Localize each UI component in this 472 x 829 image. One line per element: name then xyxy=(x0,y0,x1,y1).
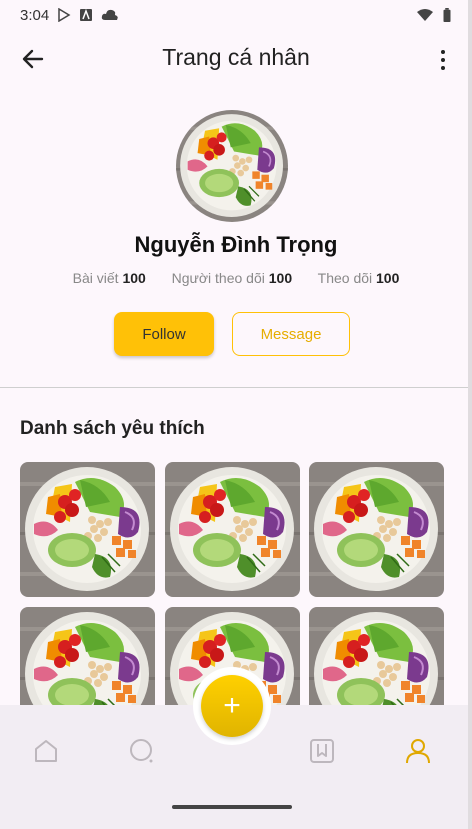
cloud-icon xyxy=(102,9,118,20)
message-button[interactable]: Message xyxy=(232,312,350,356)
bookmark-icon[interactable] xyxy=(306,735,338,767)
divider xyxy=(0,387,472,388)
status-bar: 3:04 xyxy=(0,0,472,30)
add-button[interactable]: + xyxy=(201,675,263,737)
app-bar: Trang cá nhân xyxy=(0,34,472,86)
profile-name: Nguyễn Đình Trọng xyxy=(134,232,338,257)
stat-value-followers: 100 xyxy=(268,270,293,286)
scrollbar xyxy=(468,0,472,829)
favorite-item[interactable] xyxy=(20,607,155,706)
profile-icon[interactable] xyxy=(402,735,434,767)
favorite-item[interactable] xyxy=(309,462,444,597)
profile-stats: Bài viết 100 Người theo dõi 100 Theo dõi… xyxy=(0,270,472,286)
stat-value-following: 100 xyxy=(376,270,400,286)
play-store-icon xyxy=(58,8,71,22)
home-icon[interactable] xyxy=(30,735,62,767)
app-notification-icon xyxy=(80,8,93,21)
status-time: 3:04 xyxy=(20,6,50,24)
follow-button[interactable]: Follow xyxy=(114,312,214,356)
stat-label-followers: Người theo dõi xyxy=(171,270,265,286)
stat-value-posts: 100 xyxy=(122,270,146,286)
favorite-item[interactable] xyxy=(165,462,300,597)
page-title: Trang cá nhân xyxy=(162,44,310,70)
search-icon[interactable] xyxy=(126,735,158,767)
battery-icon xyxy=(443,8,451,22)
stat-label-following: Theo dõi xyxy=(317,270,373,286)
more-options-icon[interactable] xyxy=(440,50,446,70)
wifi-icon xyxy=(417,9,433,21)
favorite-item[interactable] xyxy=(309,607,444,706)
avatar[interactable] xyxy=(176,110,288,222)
favorites-title: Danh sách yêu thích xyxy=(20,418,205,439)
gesture-handle xyxy=(172,805,292,809)
favorite-item[interactable] xyxy=(20,462,155,597)
stat-label-posts: Bài viết xyxy=(72,270,119,286)
